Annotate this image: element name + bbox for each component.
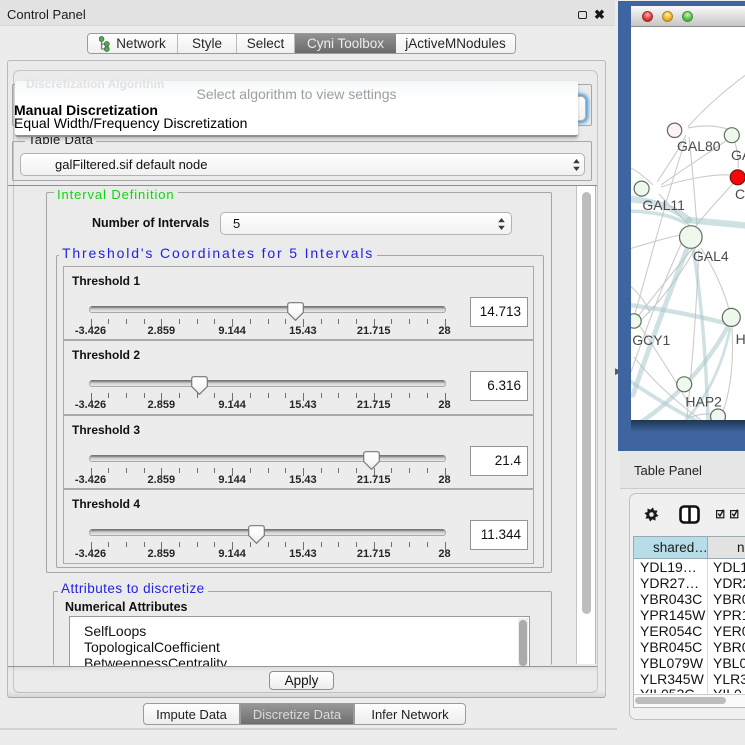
svg-text:C: C xyxy=(735,186,745,202)
svg-text:GA: GA xyxy=(731,147,745,163)
svg-text:GAL11: GAL11 xyxy=(642,197,685,213)
svg-text:H: H xyxy=(736,331,745,347)
svg-text:HAP2: HAP2 xyxy=(685,394,722,410)
svg-text:GAL80: GAL80 xyxy=(677,138,721,154)
svg-text:GCY1: GCY1 xyxy=(632,332,670,348)
svg-text:GAL4: GAL4 xyxy=(693,248,729,264)
